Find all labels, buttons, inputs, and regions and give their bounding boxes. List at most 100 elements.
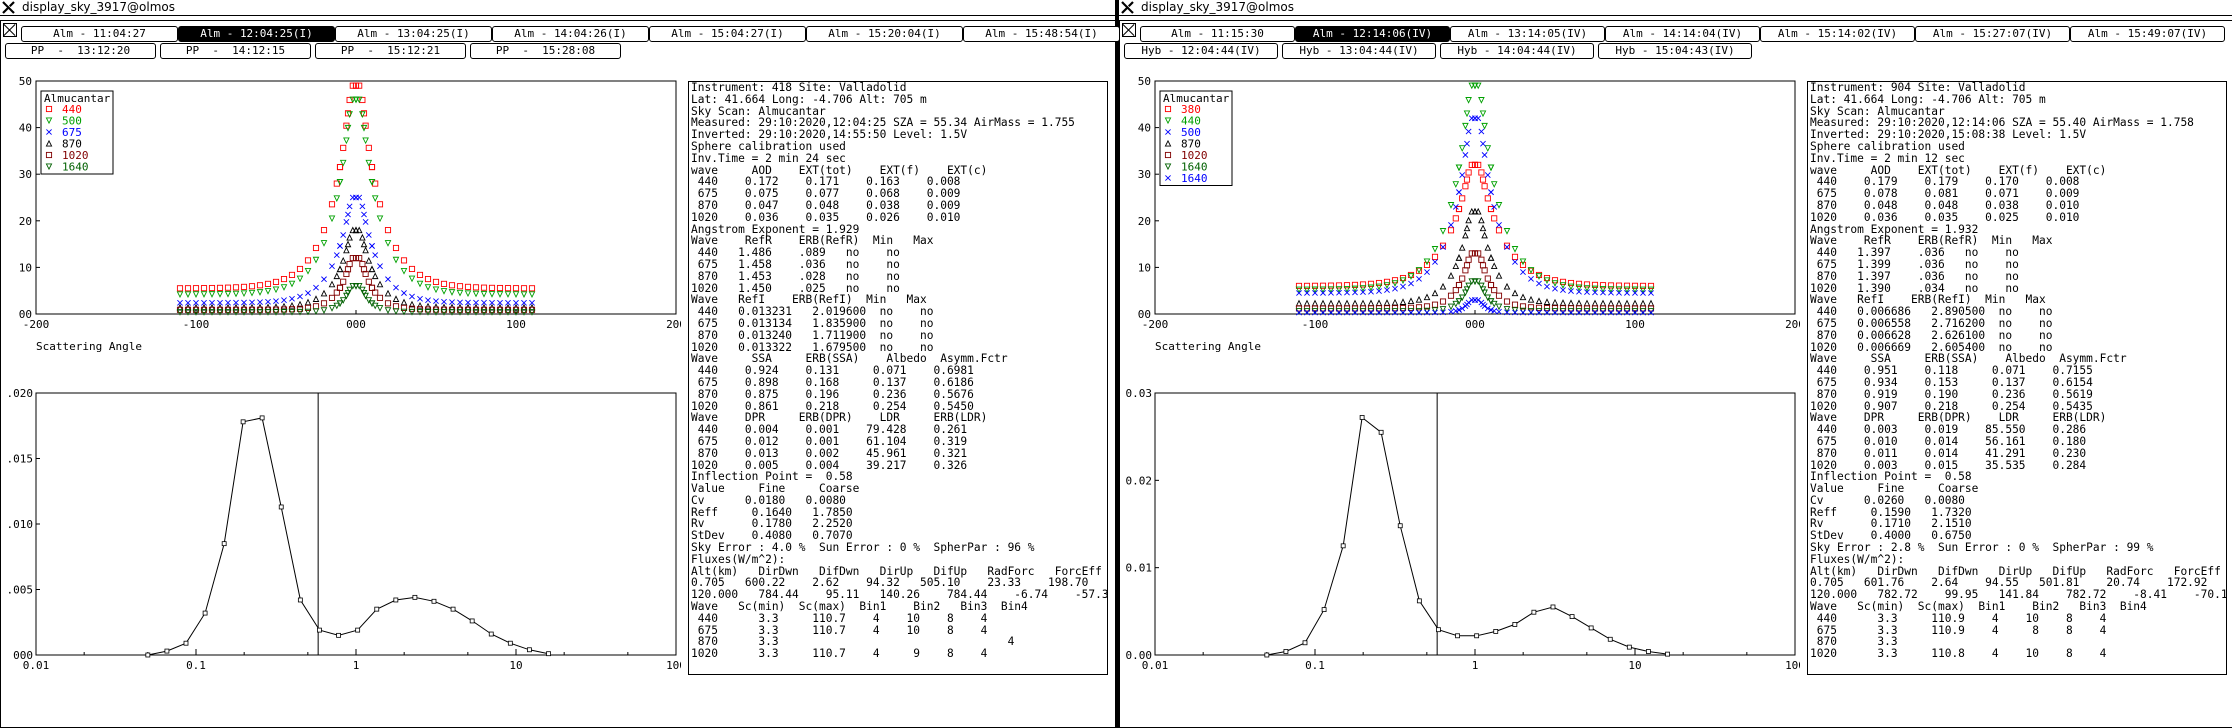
data-point bbox=[480, 290, 488, 298]
close-icon[interactable] bbox=[1122, 23, 1136, 37]
tab-scan[interactable]: Hyb - 14:04:44(IV) bbox=[1440, 43, 1594, 59]
size-point bbox=[507, 640, 513, 646]
data-point bbox=[1511, 246, 1519, 253]
data-point bbox=[1432, 259, 1438, 265]
size-point bbox=[1550, 604, 1556, 610]
data-point bbox=[365, 232, 372, 238]
data-point bbox=[333, 252, 340, 259]
data-point bbox=[1615, 299, 1623, 307]
data-point bbox=[1423, 293, 1431, 301]
tab-scan[interactable]: Hyb - 15:04:43(IV) bbox=[1598, 43, 1752, 59]
data-point bbox=[224, 290, 232, 298]
data-point bbox=[1448, 222, 1454, 228]
y-tick-label: 0.02 bbox=[1126, 474, 1153, 487]
title-bar[interactable]: display_sky_3917@olmos bbox=[0, 0, 1115, 16]
data-point bbox=[346, 286, 353, 294]
x-tick-label: 100 bbox=[1625, 318, 1645, 331]
y-tick-label: 30 bbox=[19, 168, 32, 181]
tab-scan[interactable]: Alm - 12:14:06(IV) bbox=[1295, 26, 1450, 42]
tab-scan[interactable]: Alm - 13:04:25(I) bbox=[335, 26, 492, 42]
x-logo-icon bbox=[1121, 1, 1134, 14]
tab-scan[interactable]: Alm - 13:14:05(IV) bbox=[1450, 26, 1605, 42]
tab-scan[interactable]: Alm - 15:20:04(I) bbox=[806, 26, 963, 42]
data-point bbox=[1399, 298, 1407, 305]
data-point bbox=[496, 284, 504, 292]
data-point bbox=[339, 256, 347, 264]
data-point bbox=[1624, 289, 1630, 296]
tab-scan[interactable]: PP - 15:12:21 bbox=[315, 43, 466, 59]
tab-scan[interactable]: Hyb - 13:04:44(IV) bbox=[1282, 43, 1436, 59]
tab-scan[interactable]: PP - 15:28:08 bbox=[470, 43, 621, 59]
tab-scan[interactable]: Alm - 15:48:54(I) bbox=[963, 26, 1120, 42]
data-point bbox=[1478, 169, 1485, 176]
data-point bbox=[376, 201, 384, 208]
data-point bbox=[520, 285, 528, 292]
data-point bbox=[333, 272, 341, 280]
data-point bbox=[1424, 269, 1430, 276]
data-point bbox=[208, 291, 216, 298]
size-point bbox=[1531, 609, 1537, 615]
info-line: 675 0.934 0.153 0.137 0.6154 bbox=[1810, 375, 2093, 389]
data-point bbox=[1478, 97, 1485, 104]
data-point bbox=[1535, 273, 1543, 280]
data-point bbox=[1464, 140, 1470, 147]
tab-scan[interactable]: Hyb - 12:04:44(IV) bbox=[1124, 43, 1278, 59]
tab-scan[interactable]: Alm - 15:49:07(IV) bbox=[2070, 26, 2225, 42]
data-point bbox=[352, 255, 360, 262]
size-point bbox=[1665, 651, 1670, 657]
tab-scan[interactable]: Alm - 15:04:27(I) bbox=[649, 26, 806, 42]
data-point bbox=[312, 303, 320, 310]
x-tick-label: 1 bbox=[353, 659, 360, 672]
data-point bbox=[349, 255, 356, 262]
y-tick-label: .010 bbox=[7, 518, 34, 531]
data-point bbox=[432, 278, 440, 285]
x-tick-label: 100 bbox=[666, 659, 681, 672]
tab-scan[interactable]: Alm - 11:15:30 bbox=[1140, 26, 1295, 42]
data-point bbox=[333, 195, 341, 202]
size-distribution-chart: 0.000.010.020.030.010.1110100 bbox=[1120, 385, 1805, 689]
data-point bbox=[1490, 181, 1498, 188]
y-tick-label: 10 bbox=[1138, 261, 1151, 274]
data-point bbox=[272, 286, 280, 294]
data-point bbox=[416, 271, 424, 278]
data-point bbox=[1459, 275, 1466, 282]
data-point bbox=[1471, 161, 1479, 168]
tab-scan[interactable]: Alm - 12:04:25(I) bbox=[178, 26, 335, 42]
data-point bbox=[1431, 289, 1439, 297]
data-point bbox=[1479, 176, 1487, 183]
data-point bbox=[425, 297, 431, 304]
data-point bbox=[256, 289, 264, 296]
data-point bbox=[1327, 299, 1335, 307]
tab-scan[interactable]: Alm - 15:27:07(IV) bbox=[1915, 26, 2070, 42]
tab-scan[interactable]: PP - 13:12:20 bbox=[5, 43, 156, 59]
data-point bbox=[1416, 275, 1422, 282]
data-point bbox=[528, 291, 536, 298]
tab-scan[interactable]: Alm - 11:04:27 bbox=[21, 26, 178, 42]
title-bar[interactable]: display_sky_3917@olmos bbox=[1119, 0, 2232, 16]
data-point bbox=[1491, 215, 1498, 222]
data-point bbox=[1471, 250, 1479, 257]
data-point bbox=[343, 246, 350, 254]
data-point bbox=[1463, 110, 1471, 118]
tab-scan[interactable]: PP - 14:12:15 bbox=[160, 43, 311, 59]
data-point bbox=[313, 284, 319, 291]
tab-scan[interactable]: Alm - 15:14:02(IV) bbox=[1760, 26, 1915, 42]
size-point bbox=[336, 632, 341, 638]
data-point bbox=[176, 285, 184, 292]
x-tick-label: 000 bbox=[1465, 318, 1485, 331]
data-point bbox=[340, 232, 347, 238]
data-point bbox=[440, 280, 448, 287]
size-point bbox=[297, 597, 303, 603]
size-point bbox=[355, 627, 361, 633]
tab-scan[interactable]: Alm - 14:14:04(IV) bbox=[1605, 26, 1760, 42]
data-point bbox=[1447, 292, 1455, 299]
data-point bbox=[1544, 283, 1550, 290]
x-tick-label: 100 bbox=[506, 318, 526, 331]
tab-scan[interactable]: Alm - 14:04:26(I) bbox=[492, 26, 649, 42]
close-icon[interactable] bbox=[3, 23, 17, 37]
data-point bbox=[184, 285, 192, 292]
data-point bbox=[328, 215, 336, 223]
info-line: 870 1.453 .028 no no bbox=[691, 269, 900, 283]
size-point bbox=[1607, 636, 1613, 642]
data-point bbox=[1632, 290, 1638, 296]
